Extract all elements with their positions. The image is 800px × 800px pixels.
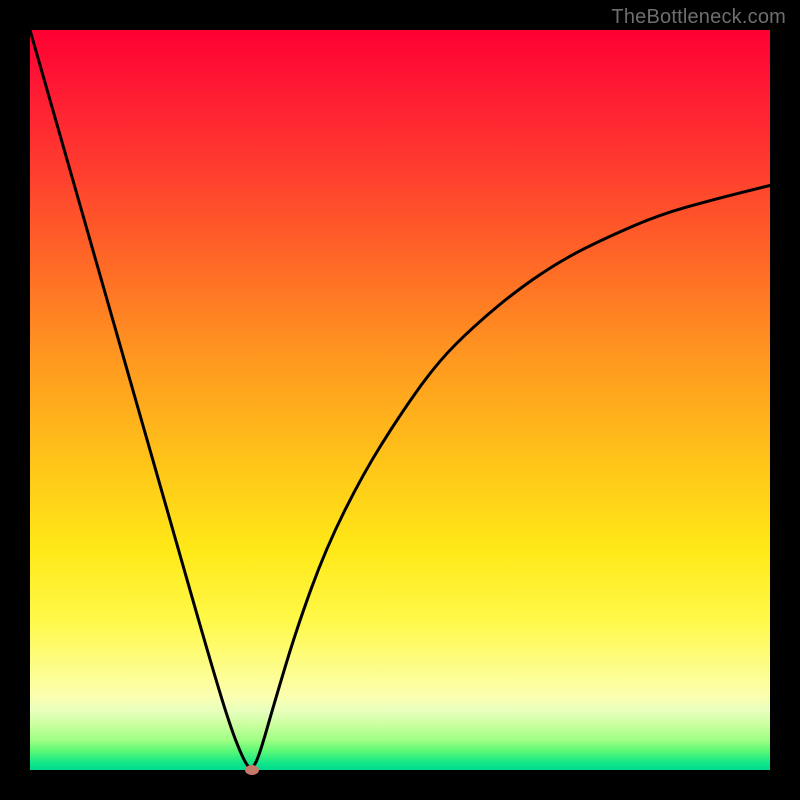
bottleneck-curve-path xyxy=(30,30,770,768)
chart-frame xyxy=(30,30,770,770)
watermark-text: TheBottleneck.com xyxy=(611,6,786,29)
optimal-point-marker xyxy=(245,765,259,775)
bottleneck-curve-svg xyxy=(30,30,770,770)
